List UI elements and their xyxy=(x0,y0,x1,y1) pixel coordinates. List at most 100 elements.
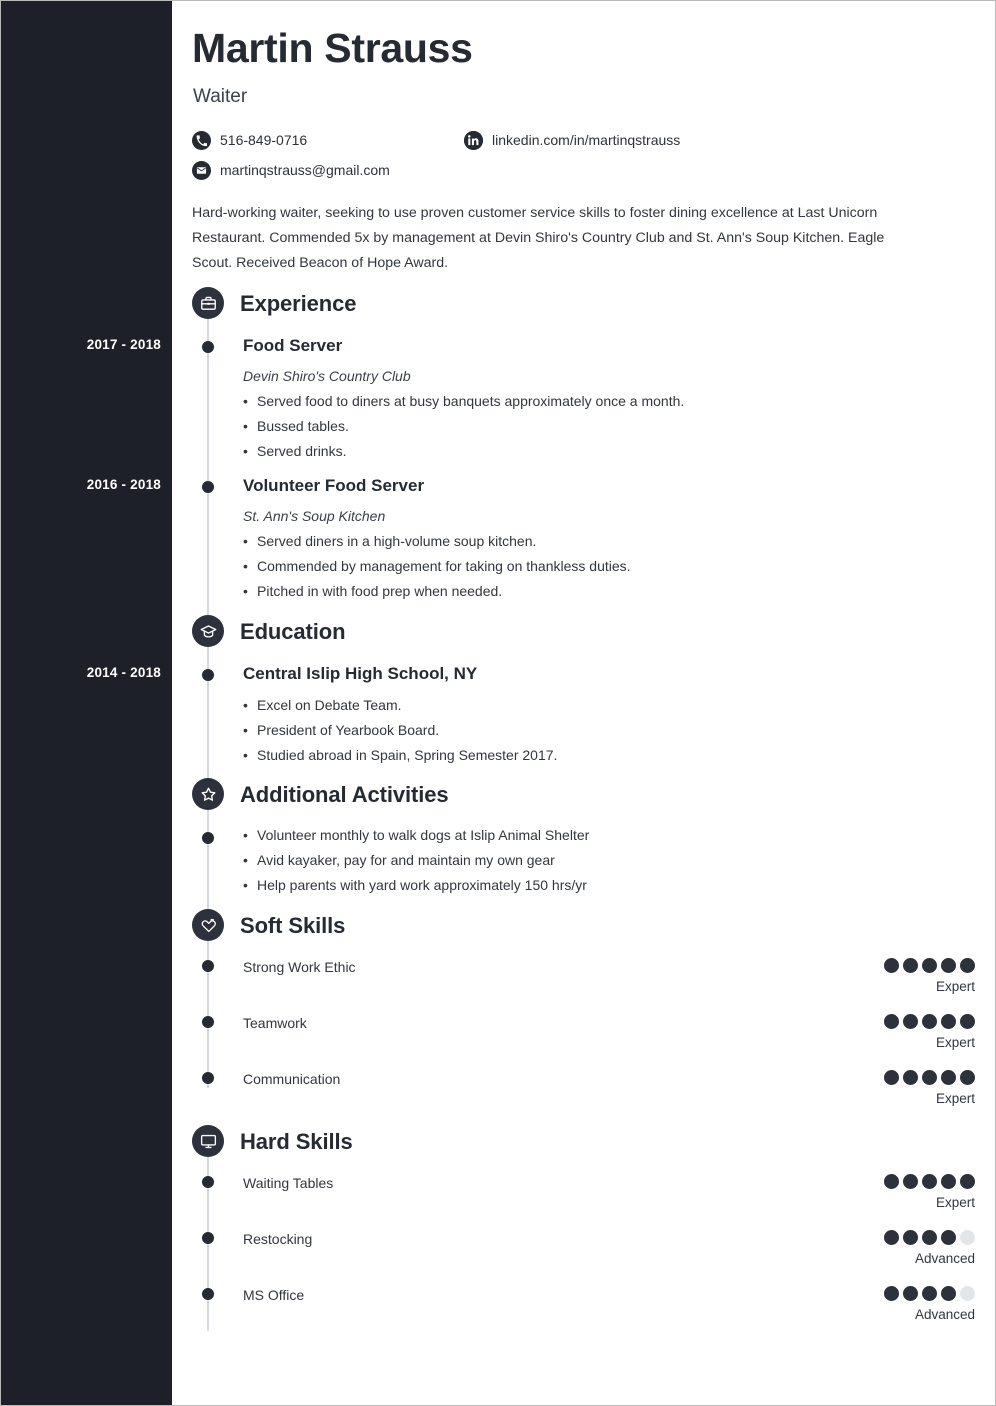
rating-dots xyxy=(775,1070,975,1085)
phone-icon xyxy=(192,130,211,150)
contact-block: 516-849-0716 linkedin.com/in/martinqstra… xyxy=(192,125,932,185)
rating-dot xyxy=(922,1014,937,1029)
timeline-dot xyxy=(202,1176,214,1188)
rating-dots xyxy=(775,958,975,973)
rating-dot xyxy=(903,958,918,973)
soft-skill-name: Teamwork xyxy=(243,1015,307,1031)
soft-skill-name: Strong Work Ethic xyxy=(243,959,356,975)
experience-entry-employer: Devin Shiro's Country Club xyxy=(243,368,411,384)
hard-skill-rating: Advanced xyxy=(775,1230,975,1266)
timeline-dot xyxy=(202,832,214,844)
experience-entry-bullets: Served diners in a high-volume soup kitc… xyxy=(243,529,631,605)
rating-dot xyxy=(960,958,975,973)
contact-phone[interactable]: 516-849-0716 xyxy=(192,130,464,150)
rating-level: Expert xyxy=(935,1035,975,1050)
hard-skill-rating: Advanced xyxy=(775,1286,975,1322)
star-icon xyxy=(192,778,224,810)
soft-skill-rating: Expert xyxy=(775,1014,975,1050)
section-title-experience: Experience xyxy=(240,291,357,316)
experience-entry-bullets: Served food to diners at busy banquets a… xyxy=(243,389,684,465)
linkedin-icon xyxy=(464,130,483,150)
contact-email[interactable]: martinqstrauss@gmail.com xyxy=(192,160,464,180)
timeline-dot xyxy=(202,1072,214,1084)
rating-dot xyxy=(903,1070,918,1085)
rating-dot xyxy=(903,1286,918,1301)
rating-dot xyxy=(960,1230,975,1245)
list-item: Excel on Debate Team. xyxy=(243,693,557,718)
list-item: Avid kayaker, pay for and maintain my ow… xyxy=(243,848,589,873)
briefcase-icon xyxy=(192,287,224,319)
email-icon xyxy=(192,160,211,180)
education-entry-title: Central Islip High School, NY xyxy=(243,664,478,683)
list-item: Commended by management for taking on th… xyxy=(243,554,631,579)
section-title-activities: Additional Activities xyxy=(240,782,449,807)
professional-summary: Hard-working waiter, seeking to use prov… xyxy=(192,205,885,271)
timeline-dot xyxy=(202,1288,214,1300)
section-title-hard-skills: Hard Skills xyxy=(240,1129,353,1154)
list-item: Volunteer monthly to walk dogs at Islip … xyxy=(243,823,589,848)
page-title: Martin Strauss xyxy=(192,25,473,71)
timeline-dot xyxy=(202,669,214,681)
rating-dots xyxy=(775,1174,975,1189)
resume-content: Martin Strauss Waiter 516-849-0716 linke… xyxy=(172,1,995,1405)
experience-entry-title: Food Server xyxy=(243,336,343,355)
rating-dot xyxy=(884,1014,899,1029)
rating-dot xyxy=(941,1286,956,1301)
experience-entry-title: Volunteer Food Server xyxy=(243,476,425,495)
rating-dot xyxy=(922,1070,937,1085)
contact-row: martinqstrauss@gmail.com xyxy=(192,155,932,185)
rating-dot xyxy=(941,1070,956,1085)
rating-dot xyxy=(922,1286,937,1301)
rating-dot xyxy=(941,1174,956,1189)
hard-skill-name: MS Office xyxy=(243,1287,305,1303)
timeline-line-activities xyxy=(207,792,209,914)
rating-dot xyxy=(960,1014,975,1029)
job-title: Waiter xyxy=(193,86,248,107)
contact-row: 516-849-0716 linkedin.com/in/martinqstra… xyxy=(192,125,932,155)
rating-dot xyxy=(884,1230,899,1245)
rating-level: Expert xyxy=(935,1091,975,1106)
section-title-education: Education xyxy=(240,619,346,644)
rating-dot xyxy=(903,1014,918,1029)
list-item: Served food to diners at busy banquets a… xyxy=(243,389,684,414)
contact-linkedin[interactable]: linkedin.com/in/martinqstrauss xyxy=(464,130,681,150)
sidebar-date-experience-1: 2016 - 2018 xyxy=(86,477,161,492)
rating-dot xyxy=(903,1230,918,1245)
list-item: Served diners in a high-volume soup kitc… xyxy=(243,529,631,554)
rating-dot xyxy=(960,1174,975,1189)
timeline-line-soft-skills xyxy=(207,923,209,1088)
list-item: Studied abroad in Spain, Spring Semester… xyxy=(243,743,557,768)
list-item: President of Yearbook Board. xyxy=(243,718,557,743)
list-item: Bussed tables. xyxy=(243,414,684,439)
date-sidebar: 2017 - 2018 2016 - 2018 2014 - 2018 xyxy=(1,1,172,1405)
hard-skill-name: Restocking xyxy=(243,1231,313,1247)
timeline-dot xyxy=(202,960,214,972)
activities-bullets: Volunteer monthly to walk dogs at Islip … xyxy=(243,823,589,899)
education-entry-bullets: Excel on Debate Team. President of Yearb… xyxy=(243,693,557,769)
rating-dot xyxy=(922,1174,937,1189)
hard-skill-name: Waiting Tables xyxy=(243,1175,334,1191)
sidebar-date-experience-0: 2017 - 2018 xyxy=(86,337,161,352)
resume-page: 2017 - 2018 2016 - 2018 2014 - 2018 Mart… xyxy=(0,0,996,1406)
rating-level: Advanced xyxy=(914,1251,975,1266)
soft-skill-rating: Expert xyxy=(775,1070,975,1106)
timeline-dot xyxy=(202,341,214,353)
heart-hand-icon xyxy=(192,909,224,941)
monitor-icon xyxy=(192,1125,224,1157)
timeline-dot xyxy=(202,481,214,493)
rating-dots xyxy=(775,1230,975,1245)
rating-level: Advanced xyxy=(914,1307,975,1322)
rating-level: Expert xyxy=(935,979,975,994)
rating-dot xyxy=(884,1070,899,1085)
rating-dots xyxy=(775,1286,975,1301)
soft-skill-rating: Expert xyxy=(775,958,975,994)
rating-dot xyxy=(884,958,899,973)
timeline-line-education xyxy=(207,629,209,784)
rating-dots xyxy=(775,1014,975,1029)
rating-level: Expert xyxy=(935,1195,975,1210)
rating-dot xyxy=(941,958,956,973)
linkedin-value: linkedin.com/in/martinqstrauss xyxy=(492,132,681,148)
list-item: Served drinks. xyxy=(243,439,684,464)
rating-dot xyxy=(941,1230,956,1245)
rating-dot xyxy=(884,1174,899,1189)
